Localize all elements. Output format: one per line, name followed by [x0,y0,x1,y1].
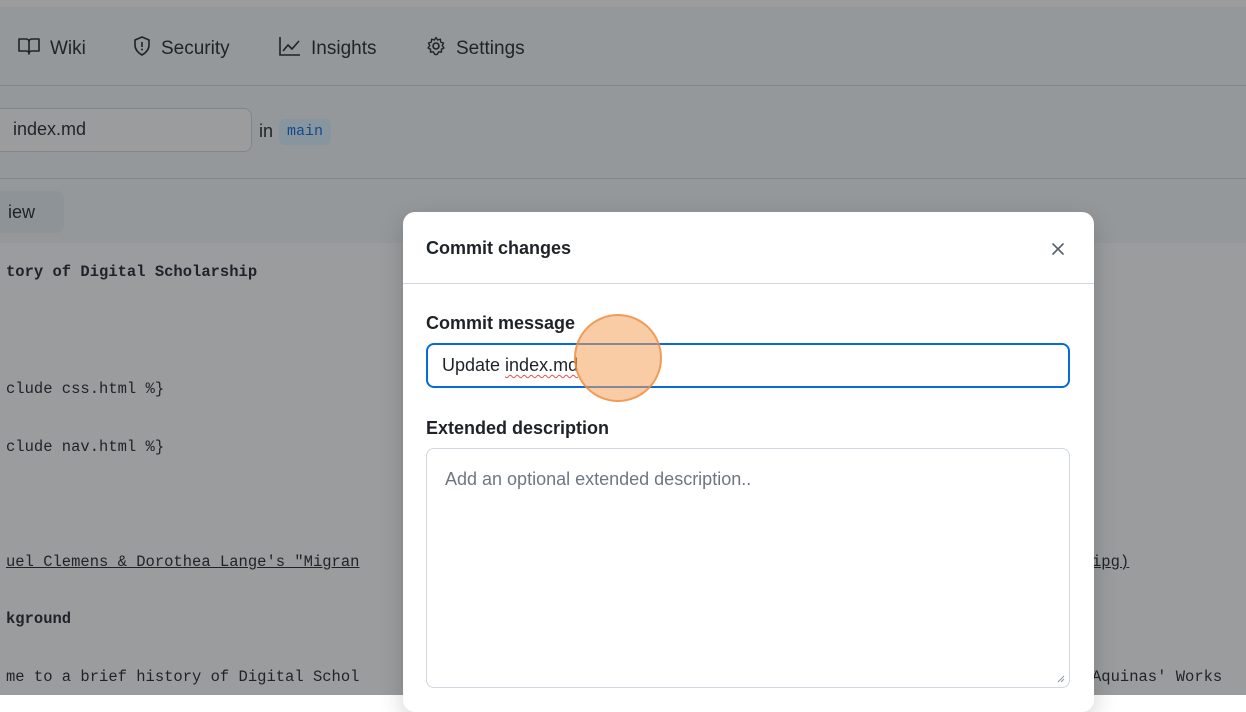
click-indicator [574,314,662,402]
dialog-title: Commit changes [426,238,572,258]
commit-message-label: Commit message [426,313,576,333]
spellcheck-word: index.md [505,355,579,375]
extended-description-placeholder: Add an optional extended description.. [445,469,752,489]
extended-description-label: Extended description [426,418,610,438]
dialog-header: Commit changes [403,212,1094,284]
close-icon [1052,243,1064,255]
resize-handle-icon[interactable] [1055,673,1065,683]
commit-message-input[interactable]: Update index.md [426,343,1070,388]
close-button[interactable] [1046,237,1070,261]
commit-message-text: Update [442,355,506,375]
extended-description-textarea[interactable]: Add an optional extended description.. [426,448,1070,688]
commit-dialog: Commit changes Commit message Update ind… [403,212,1094,712]
